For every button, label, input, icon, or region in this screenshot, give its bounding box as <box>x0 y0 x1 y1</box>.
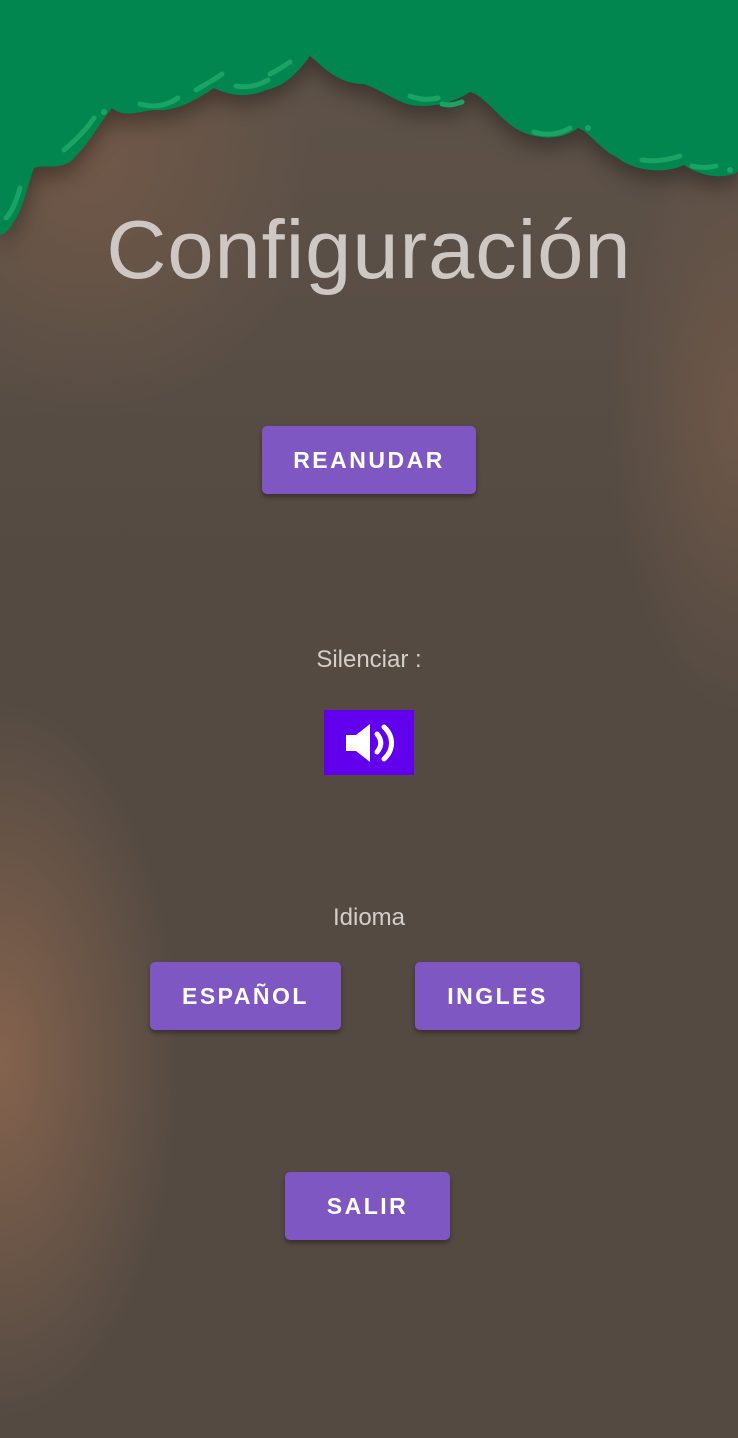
page-title: Configuración <box>106 203 632 296</box>
mute-toggle-button[interactable] <box>324 710 414 775</box>
language-label: Idioma <box>332 904 406 931</box>
english-button[interactable]: INGLES <box>415 962 580 1030</box>
volume-up-icon <box>346 723 394 762</box>
spanish-button[interactable]: ESPAÑOL <box>150 962 341 1030</box>
mute-label: Silenciar : <box>316 646 422 673</box>
resume-button[interactable]: REANUDAR <box>262 426 476 494</box>
exit-button[interactable]: SALIR <box>285 1172 450 1240</box>
